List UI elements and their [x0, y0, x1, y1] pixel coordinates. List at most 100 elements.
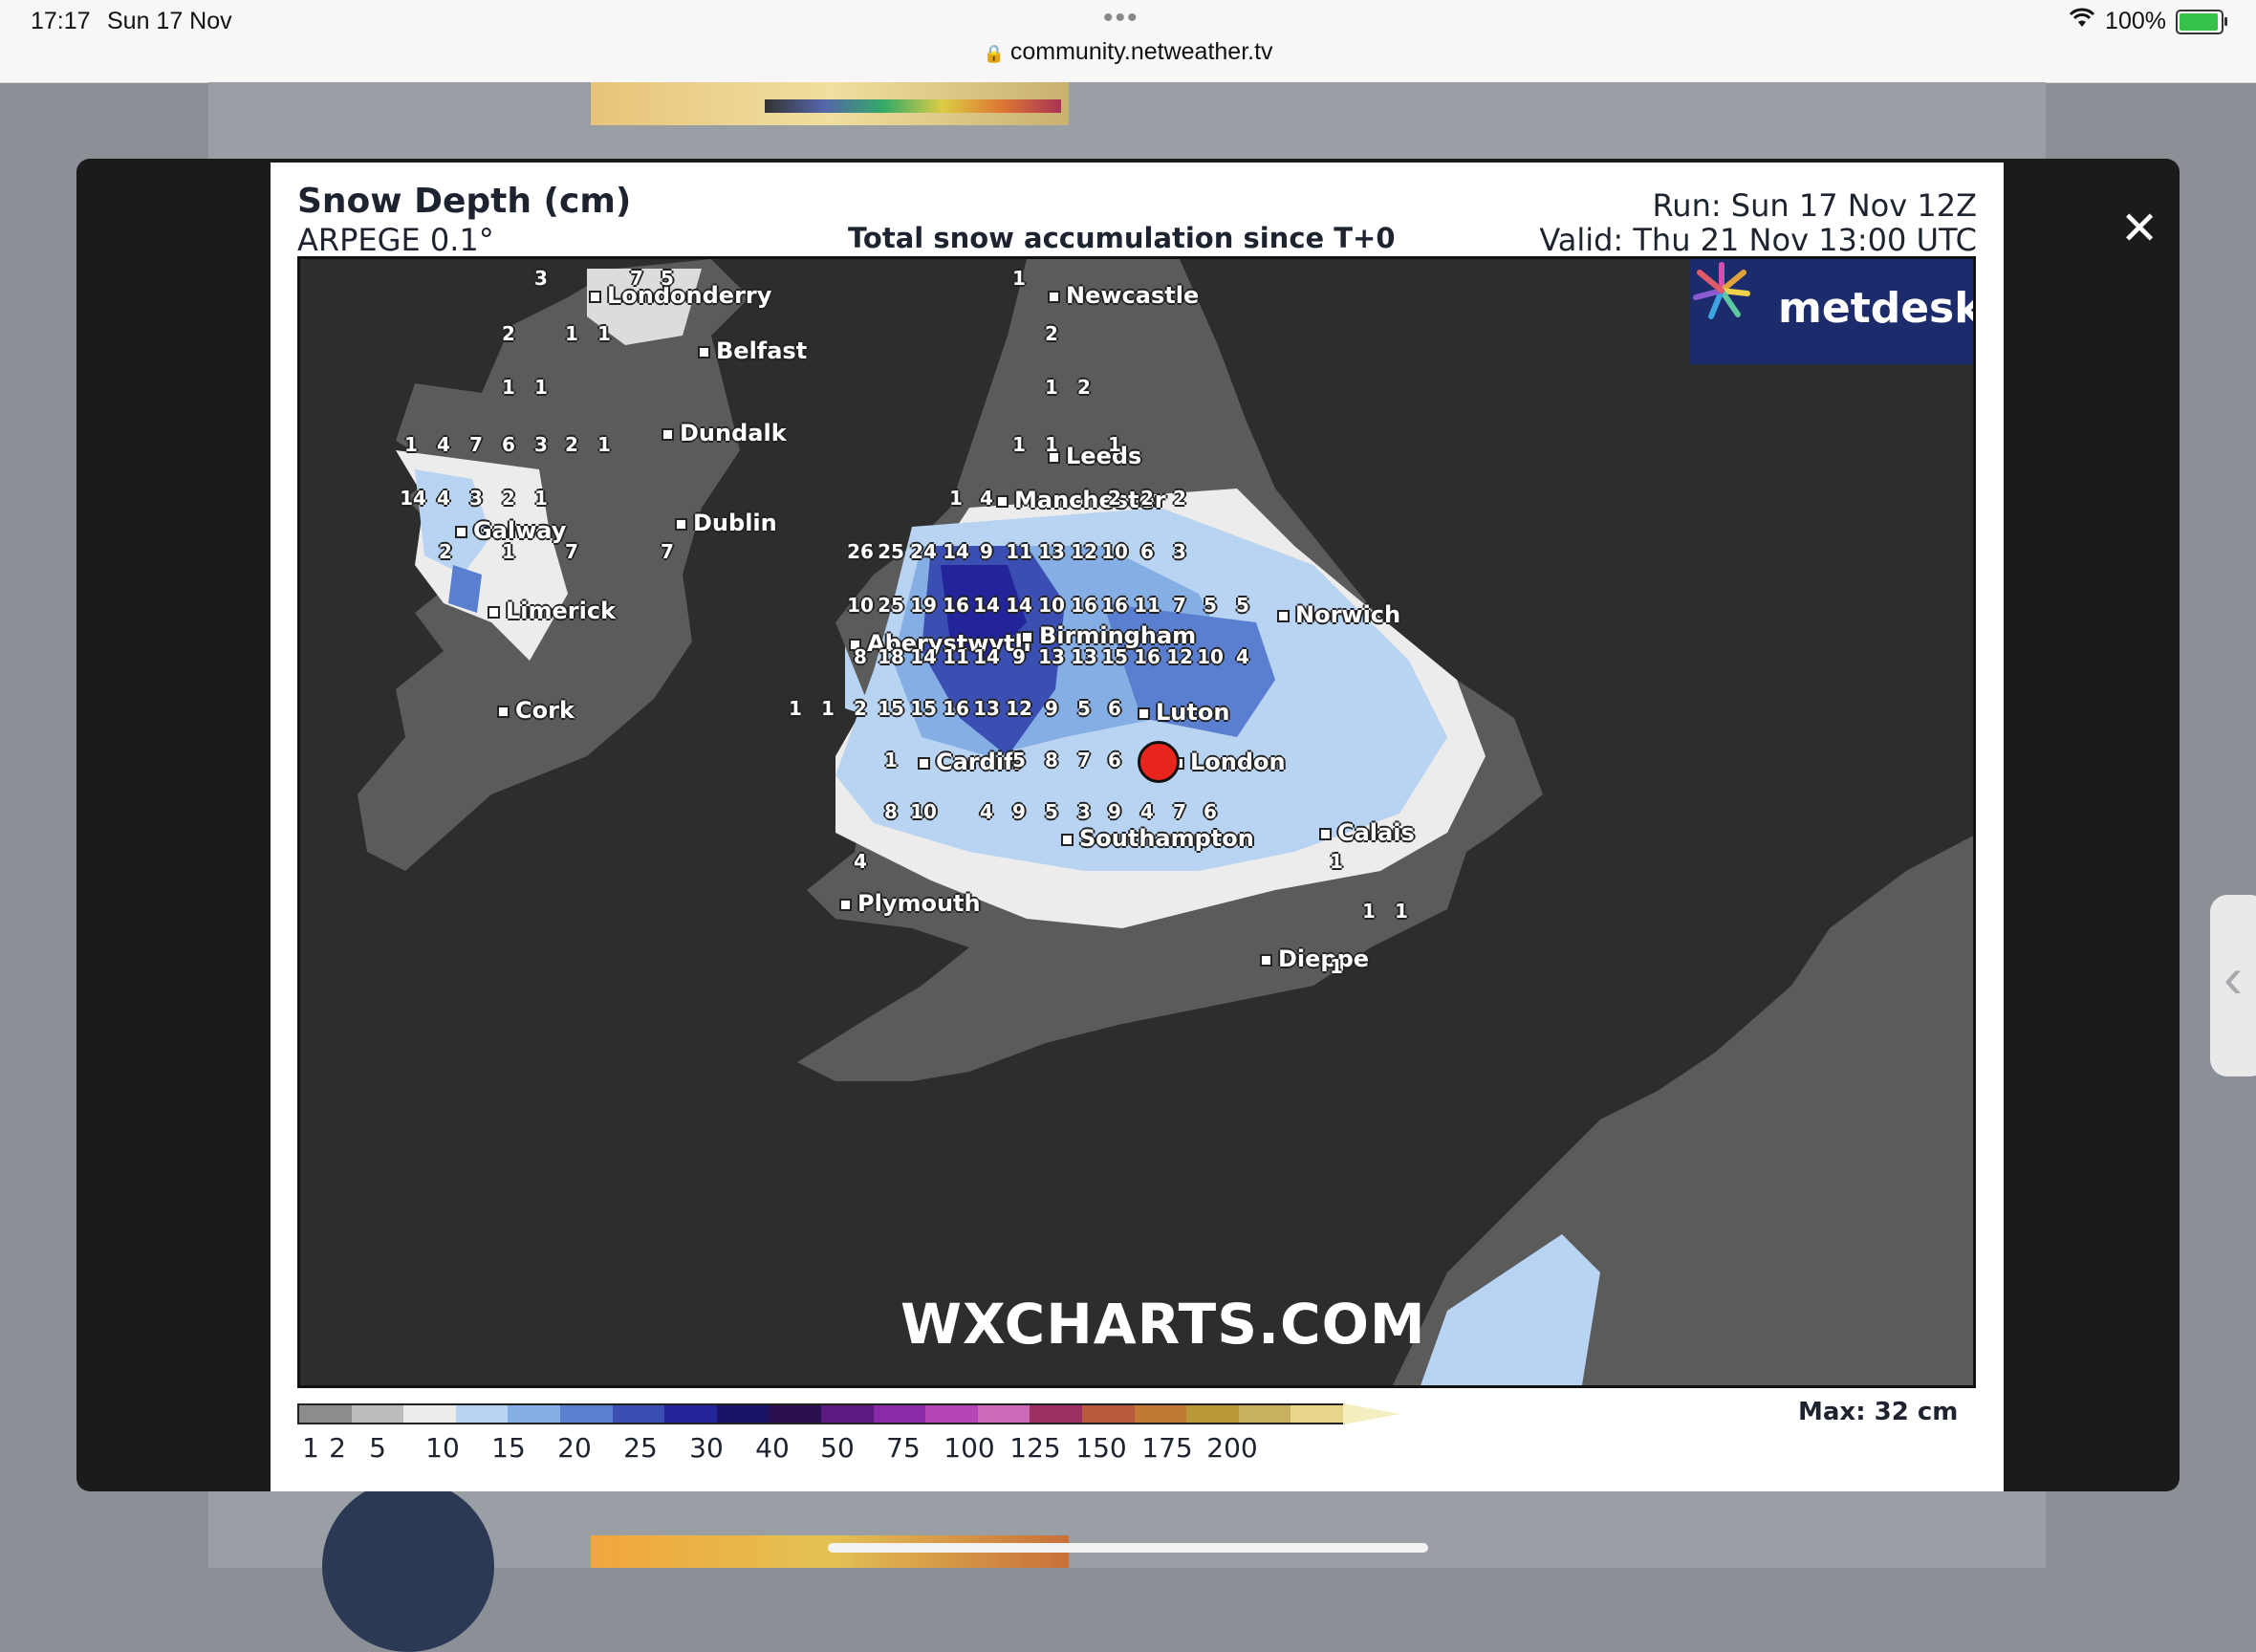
snow-depth-value: 4: [1236, 645, 1249, 668]
legend-swatch: [1134, 1405, 1187, 1423]
city-label: Norwich: [1277, 601, 1400, 628]
snow-depth-value: 2: [1077, 376, 1091, 399]
snow-depth-value: 6: [1108, 749, 1121, 772]
snow-depth-value: 2: [502, 487, 515, 510]
snow-depth-value: 6: [1204, 800, 1217, 823]
snow-depth-value: 5: [1012, 749, 1026, 772]
snow-depth-value: 4: [437, 433, 450, 456]
snow-depth-value: 1: [1045, 433, 1058, 456]
snow-depth-value: 1: [404, 433, 418, 456]
snow-depth-value: 3: [469, 487, 483, 510]
snow-depth-chart-image: Snow Depth (cm) ARPEGE 0.1° Total snow a…: [271, 163, 2004, 1491]
snow-depth-value: 1: [597, 322, 611, 345]
snow-depth-value: 10: [1101, 540, 1128, 563]
legend-max: Max: 32 cm: [1798, 1398, 1959, 1426]
city-label: Southampton: [1061, 825, 1254, 852]
snow-depth-value: 4: [980, 800, 993, 823]
snow-depth-value: 7: [565, 540, 578, 563]
battery-icon: [2176, 9, 2227, 34]
snow-depth-value: 26: [847, 540, 874, 563]
city-label: Cardiff: [918, 749, 1023, 775]
snow-depth-value: 5: [1236, 594, 1249, 617]
snow-depth-value: 1: [949, 487, 963, 510]
snow-depth-value: 9: [1045, 697, 1058, 720]
snow-depth-value: 3: [1173, 540, 1186, 563]
snow-depth-value: 7: [469, 433, 483, 456]
snow-depth-value: 13: [973, 697, 1000, 720]
legend-swatch: [664, 1405, 717, 1423]
snow-depth-value: 1: [597, 433, 611, 456]
legend-tick-label: 150: [1075, 1432, 1127, 1464]
battery-percent: 100%: [2105, 8, 2166, 34]
snow-depth-value: 1: [534, 376, 548, 399]
snow-depth-value: 1: [1395, 900, 1408, 923]
avatar: [322, 1480, 494, 1652]
legend-swatch: [299, 1405, 352, 1423]
snow-depth-value: 11: [1134, 594, 1161, 617]
lock-icon: 🔒: [983, 44, 1005, 63]
snow-depth-value: 1: [502, 540, 515, 563]
snow-depth-value: 15: [910, 697, 937, 720]
legend-swatch: [820, 1405, 874, 1423]
snow-depth-value: 11: [1006, 540, 1032, 563]
metdesk-logo: metdesk: [1690, 259, 1973, 364]
snow-depth-value: 1: [565, 322, 578, 345]
city-label: Londonderry: [589, 282, 771, 309]
snow-depth-value: 12: [1006, 697, 1032, 720]
legend-swatch: [559, 1405, 613, 1423]
snow-depth-value: 3: [534, 433, 548, 456]
city-label: Leeds: [1048, 443, 1141, 469]
snow-depth-value: 14: [400, 487, 426, 510]
snow-depth-value: 1: [884, 749, 898, 772]
snow-depth-value: 5: [1045, 800, 1058, 823]
close-button[interactable]: ✕: [2120, 206, 2158, 252]
snow-depth-value: 2: [1108, 487, 1121, 510]
snow-depth-value: 25: [878, 540, 904, 563]
city-label: Newcastle: [1048, 282, 1199, 309]
snow-depth-value: 7: [661, 540, 674, 563]
snow-depth-value: 1: [821, 697, 835, 720]
url-text: community.netweather.tv: [1009, 38, 1273, 65]
legend-swatch: [873, 1405, 926, 1423]
city-label: Cork: [497, 697, 575, 724]
city-label: Aberystwyth: [849, 630, 1031, 657]
snow-depth-value: 1: [1330, 955, 1343, 978]
legend-swatch: [977, 1405, 1030, 1423]
status-date: Sun 17 Nov: [107, 8, 232, 34]
snow-depth-value: 9: [1108, 800, 1121, 823]
snow-depth-value: 2: [565, 433, 578, 456]
legend-tick-label: 5: [369, 1432, 386, 1464]
chart-title: Snow Depth (cm): [297, 182, 632, 221]
legend-tick-label: 40: [755, 1432, 790, 1464]
legend-tick-label: 175: [1141, 1432, 1193, 1464]
snow-depth-value: 1: [502, 376, 515, 399]
legend-tick-label: 100: [944, 1432, 995, 1464]
snow-depth-value: 16: [943, 697, 969, 720]
wxcharts-watermark: WXCHARTS.COM: [900, 1292, 1426, 1357]
snow-depth-value: 2: [502, 322, 515, 345]
snow-depth-map: metdesk WXCHARTS.COM Londonderry Belfast D…: [297, 256, 1976, 1388]
legend-swatch: [1186, 1405, 1239, 1423]
snow-depth-value: 24: [910, 540, 937, 563]
city-label: Dieppe: [1260, 946, 1369, 972]
snow-depth-value: 6: [502, 433, 515, 456]
legend-swatch: [1030, 1405, 1082, 1423]
chevron-left-icon: ‹: [2223, 946, 2243, 1010]
snow-depth-value: 4: [980, 487, 993, 510]
side-panel-handle[interactable]: ‹: [2210, 895, 2256, 1076]
multitasking-dots-icon[interactable]: •••: [1103, 2, 1139, 34]
metdesk-logo-text: metdesk: [1778, 284, 1976, 333]
snow-depth-value: 14: [910, 645, 937, 668]
status-time: 17:17: [31, 8, 91, 34]
snow-depth-value: 7: [630, 267, 643, 290]
snow-depth-value: 8: [854, 645, 867, 668]
snow-depth-value: 1: [1012, 433, 1026, 456]
snow-depth-value: 4: [437, 487, 450, 510]
address-bar[interactable]: 🔒 community.netweather.tv: [0, 38, 2256, 66]
city-label: Dublin: [675, 510, 777, 536]
snow-depth-value: 6: [1108, 697, 1121, 720]
legend-tick-label: 15: [491, 1432, 526, 1464]
snow-depth-value: 19: [910, 594, 937, 617]
background-thumbnail-legend: [765, 99, 1061, 113]
snow-depth-value: 2: [1045, 322, 1058, 345]
